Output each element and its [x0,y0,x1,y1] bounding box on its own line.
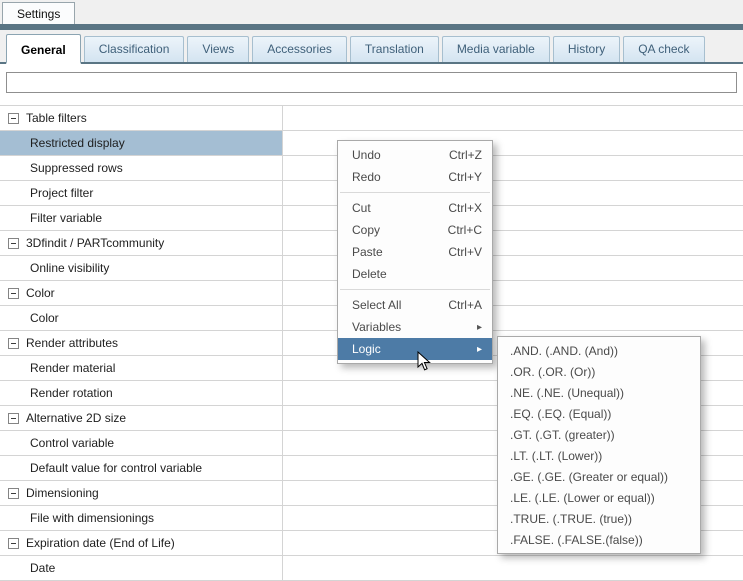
menu-item-undo[interactable]: Undo Ctrl+Z [338,144,492,166]
row-label: Render attributes [26,336,118,350]
row-label: Color [26,286,55,300]
submenu-item-le[interactable]: .LE. (.LE. (Lower or equal)) [498,487,700,508]
collapse-icon[interactable] [8,488,19,499]
collapse-icon[interactable] [8,538,19,549]
tab-views[interactable]: Views [187,36,249,62]
menu-item-delete[interactable]: Delete [338,263,492,285]
submenu-arrow-icon: ▸ [477,322,482,333]
row-label: Filter variable [30,211,102,225]
submenu-item-and[interactable]: .AND. (.AND. (And)) [498,340,700,361]
context-menu: Undo Ctrl+Z Redo Ctrl+Y Cut Ctrl+X Copy … [337,140,493,364]
submenu-item-eq[interactable]: .EQ. (.EQ. (Equal)) [498,403,700,424]
menu-item-variables[interactable]: Variables ▸ [338,316,492,338]
collapse-icon[interactable] [8,113,19,124]
collapse-icon[interactable] [8,238,19,249]
tab-accessories[interactable]: Accessories [252,36,347,62]
row-value-cell[interactable] [283,106,743,130]
row-label: Control variable [30,436,114,450]
tab-classification[interactable]: Classification [84,36,185,62]
submenu-item-ne[interactable]: .NE. (.NE. (Unequal)) [498,382,700,403]
menu-item-select-all[interactable]: Select All Ctrl+A [338,294,492,316]
row-label: 3Dfindit / PARTcommunity [26,236,164,250]
tab-qa-check[interactable]: QA check [623,36,704,62]
title-tab-bar: Settings [0,0,743,24]
row-label: Table filters [26,111,87,125]
row-label: Suppressed rows [30,161,123,175]
submenu-item-or[interactable]: .OR. (.OR. (Or)) [498,361,700,382]
menu-item-logic[interactable]: Logic ▸ [338,338,492,360]
document-tab-settings[interactable]: Settings [2,2,75,24]
tab-translation[interactable]: Translation [350,36,439,62]
menu-item-copy[interactable]: Copy Ctrl+C [338,219,492,241]
row-label: Color [30,311,59,325]
row-label: Online visibility [30,261,109,275]
table-row-date[interactable]: Date [0,556,743,581]
filter-input[interactable] [6,72,737,93]
collapse-icon[interactable] [8,413,19,424]
submenu-item-true[interactable]: .TRUE. (.TRUE. (true)) [498,508,700,529]
submenu-item-false[interactable]: .FALSE. (.FALSE.(false)) [498,529,700,550]
menu-separator [340,289,490,290]
row-label: Default value for control variable [30,461,202,475]
menu-separator [340,192,490,193]
tab-media-variable[interactable]: Media variable [442,36,550,62]
menu-item-cut[interactable]: Cut Ctrl+X [338,197,492,219]
row-label: Dimensioning [26,486,99,500]
filter-row [0,64,743,93]
row-label: File with dimensionings [30,511,154,525]
menu-item-paste[interactable]: Paste Ctrl+V [338,241,492,263]
submenu-item-lt[interactable]: .LT. (.LT. (Lower)) [498,445,700,466]
tab-general[interactable]: General [6,34,81,64]
submenu-item-ge[interactable]: .GE. (.GE. (Greater or equal)) [498,466,700,487]
row-label: Alternative 2D size [26,411,126,425]
table-row-table-filters[interactable]: Table filters [0,106,743,131]
row-label: Render rotation [30,386,113,400]
submenu-arrow-icon: ▸ [477,344,482,355]
row-label: Render material [30,361,115,375]
row-label: Date [30,561,55,575]
row-value-cell[interactable] [283,556,743,580]
tab-strip: General Classification Views Accessories… [0,30,743,64]
row-label: Restricted display [30,136,125,150]
row-label: Expiration date (End of Life) [26,536,175,550]
menu-item-redo[interactable]: Redo Ctrl+Y [338,166,492,188]
logic-submenu: .AND. (.AND. (And)) .OR. (.OR. (Or)) .NE… [497,336,701,554]
collapse-icon[interactable] [8,338,19,349]
settings-window: { "titlebar": { "tab": "Settings" }, "ta… [0,0,743,570]
row-label: Project filter [30,186,93,200]
submenu-item-gt[interactable]: .GT. (.GT. (greater)) [498,424,700,445]
tab-history[interactable]: History [553,36,620,62]
collapse-icon[interactable] [8,288,19,299]
